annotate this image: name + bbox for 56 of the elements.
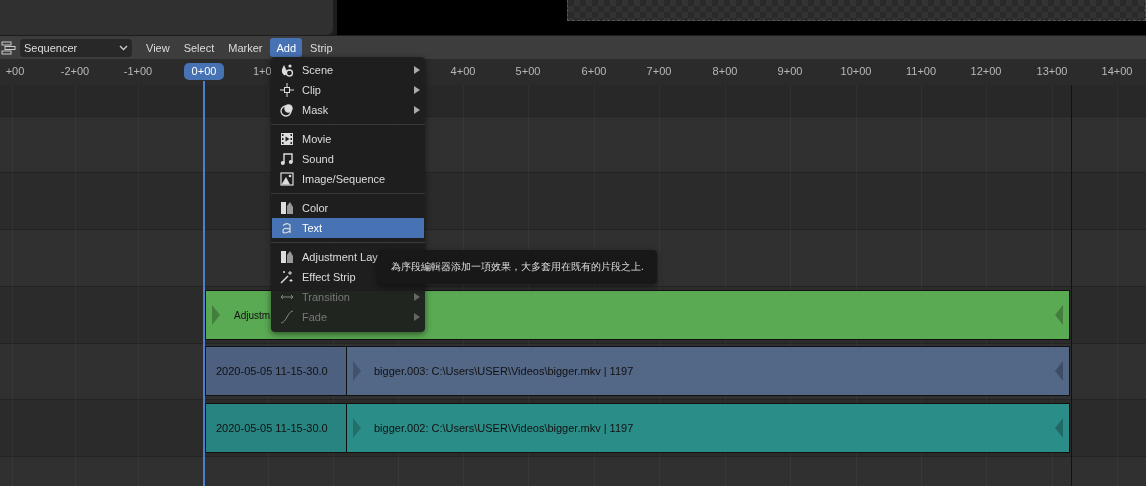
frame-label: 1+0 <box>253 65 272 77</box>
film-icon <box>280 132 294 146</box>
menu-button[interactable]: Select <box>177 38 221 57</box>
triangle-handle-icon[interactable] <box>352 417 362 439</box>
crosshair-icon <box>280 83 294 97</box>
triangle-handle-icon[interactable] <box>352 360 362 382</box>
mask-icon <box>280 103 294 117</box>
menu-item[interactable]: Mask <box>272 100 424 120</box>
strip-label: bigger.002: C:\Users\USER\Videos\bigger.mkv | 1197 <box>374 422 634 434</box>
frame-label: +00 <box>5 65 25 77</box>
music-note-icon <box>280 152 294 166</box>
frame-label: 14+00 <box>1101 65 1133 77</box>
menu-item[interactable]: Scene <box>272 60 424 80</box>
menu-item[interactable]: Color <box>272 198 424 218</box>
swatch-icon <box>280 201 294 215</box>
triangle-handle-icon[interactable] <box>211 304 221 326</box>
playhead-label[interactable]: 0+00 <box>184 63 224 80</box>
menu-button[interactable]: Strip <box>304 38 339 57</box>
triangle-handle-icon[interactable] <box>1054 417 1064 439</box>
triangle-handle-icon[interactable] <box>1054 304 1064 326</box>
frame-label: 5+00 <box>515 65 541 77</box>
strip-label: 2020-05-05 11-15-30.0 <box>216 422 328 434</box>
menu-button[interactable]: Marker <box>222 38 269 57</box>
strip[interactable]: 2020-05-05 11-15-30.0 bigger.002: C:\Users\USER\Videos\bigger.mkv | 1197 <box>205 403 1070 453</box>
frame-label: -2+00 <box>60 65 90 77</box>
frame-label: 10+00 <box>840 65 872 77</box>
menu-button[interactable]: View <box>140 38 176 57</box>
frame-label: 13+00 <box>1036 65 1068 77</box>
frame-label: 6+00 <box>581 65 607 77</box>
letter-icon <box>280 221 294 235</box>
curve-icon <box>280 310 294 324</box>
caret-icon <box>119 44 128 51</box>
frame-label: 4+00 <box>450 65 476 77</box>
editor-type-dropdown[interactable]: Sequencer <box>20 38 132 57</box>
frame-label: 11+00 <box>905 65 937 77</box>
frame-label: 9+00 <box>777 65 803 77</box>
menu-item[interactable]: Image/Sequence <box>272 169 424 189</box>
menu-item[interactable]: Clip <box>272 80 424 100</box>
frame-label: -1+00 <box>123 65 153 77</box>
triangle-handle-icon[interactable] <box>1054 360 1064 382</box>
menu-item[interactable]: Movie <box>272 129 424 149</box>
sparkle-icon <box>280 270 294 284</box>
frame-label: 8+00 <box>712 65 738 77</box>
drops-icon <box>280 63 294 77</box>
menu-button[interactable]: Add <box>270 38 303 57</box>
frame-label: 7+00 <box>646 65 672 77</box>
strip-label: bigger.003: C:\Users\USER\Videos\bigger.mkv | 1197 <box>374 365 634 377</box>
swatch-icon <box>280 250 294 264</box>
image-icon <box>280 172 294 186</box>
tooltip: 為序段編輯器添加一項效果，大多套用在既有的片段之上. <box>378 250 657 284</box>
strip-label: Adjustm <box>234 309 271 321</box>
menu-item[interactable]: Text <box>272 218 424 238</box>
menu-item[interactable]: Sound <box>272 149 424 169</box>
stacked-bars-icon[interactable] <box>1 40 17 55</box>
strip-label: 2020-05-05 11-15-30.0 <box>216 365 328 377</box>
frame-label: 12+00 <box>970 65 1002 77</box>
